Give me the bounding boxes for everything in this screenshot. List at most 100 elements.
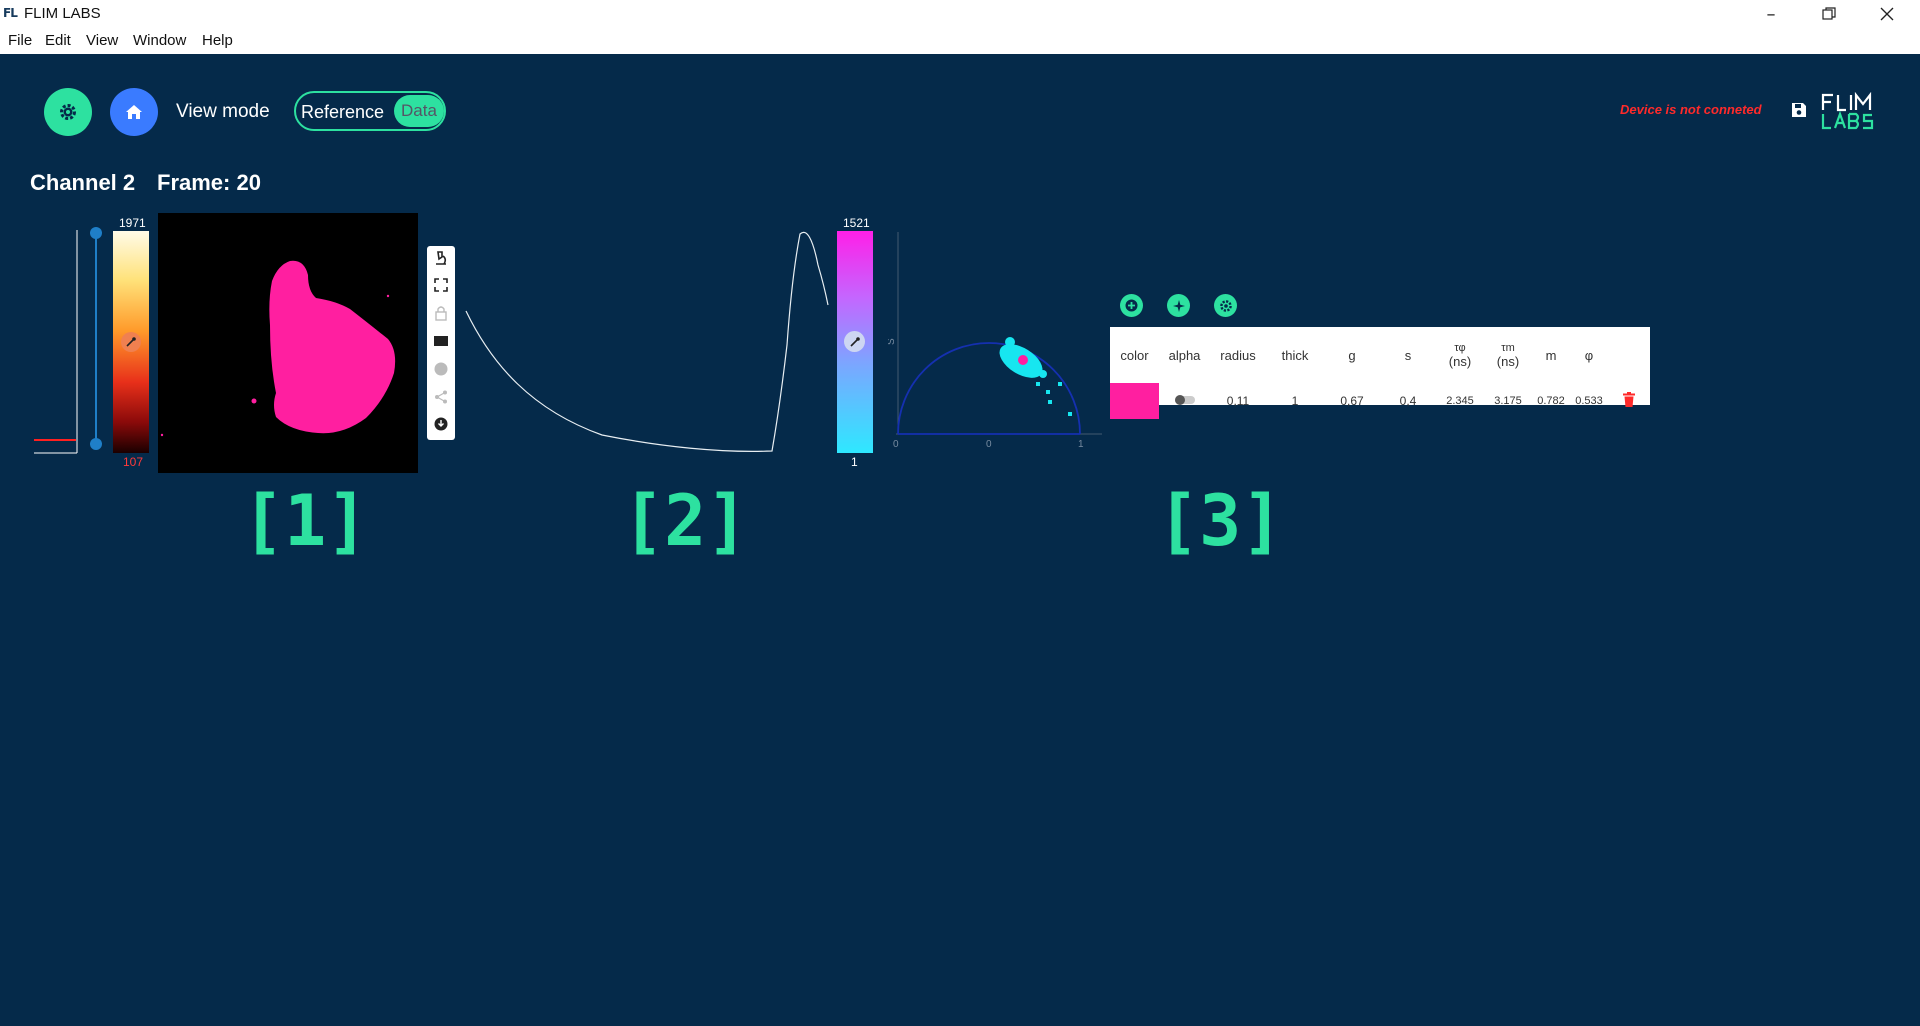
column-header: φ [1570, 327, 1608, 383]
roi-phi-cell: 0.533 [1575, 395, 1603, 407]
phasor-cluster-outlier [1058, 382, 1062, 386]
column-header-label: g [1348, 347, 1356, 363]
menu-help[interactable]: Help [202, 32, 233, 49]
add-circle-icon [1125, 299, 1138, 312]
view-mode-label: View mode [176, 101, 270, 122]
flim-labs-logo-icon [1821, 91, 1874, 130]
save-icon [1792, 103, 1806, 117]
column-header-label: τm [1501, 341, 1515, 354]
intensity-min-label: 107 [123, 455, 144, 469]
toggle-icon[interactable] [1174, 394, 1196, 406]
window-title: FLIM LABS [24, 5, 101, 22]
decay-curve-plot [465, 231, 829, 452]
phasor-plot[interactable]: S 0 0 1 [888, 224, 1108, 450]
trash-icon[interactable] [1623, 392, 1635, 407]
gear-icon [60, 104, 76, 120]
column-header: color [1110, 327, 1159, 383]
home-button[interactable] [110, 88, 158, 136]
channel-label: Channel 2 [30, 170, 136, 195]
phasor-cluster-outlier [1048, 400, 1052, 404]
roi-settings-button[interactable] [1214, 294, 1237, 317]
settings-button[interactable] [44, 88, 92, 136]
minimize-icon: – [1766, 3, 1776, 25]
phasor-roi-center [1018, 355, 1028, 365]
menu-file[interactable]: File [8, 32, 32, 49]
eyedropper-icon [126, 337, 136, 347]
sparkle-icon [1172, 299, 1185, 312]
roi-m-cell: 0.782 [1537, 395, 1565, 407]
slider-high-handle[interactable] [90, 227, 102, 239]
column-header: τm (ns) [1484, 327, 1532, 383]
column-header-label: s [1404, 347, 1412, 363]
column-header-unit: (ns) [1496, 353, 1520, 369]
add-roi-button[interactable] [1120, 294, 1143, 317]
settings-icon [1219, 299, 1232, 312]
minimize-button[interactable]: – [1742, 0, 1800, 28]
roi-tau-phi-cell: 2.345 [1446, 395, 1474, 407]
column-header: m [1532, 327, 1570, 383]
phasor-x-tick-0: 0 [893, 439, 899, 450]
panel-label-3: [3] [1157, 480, 1284, 562]
decay-colorbar-max-label: 1521 [843, 216, 870, 230]
menu-edit[interactable]: Edit [45, 32, 71, 49]
panel-label-1: [1] [242, 480, 369, 562]
download-icon[interactable] [434, 417, 448, 431]
roi-thick-cell[interactable]: 1 [1266, 383, 1324, 419]
intensity-range-slider[interactable] [95, 233, 97, 443]
phasor-cluster-outlier [1039, 370, 1047, 378]
circle-icon[interactable] [434, 362, 448, 376]
image-toolbar [427, 246, 455, 440]
restore-button[interactable] [1800, 0, 1858, 28]
table-row: 0,11 1 0,67 0,4 2.345 3.175 0.782 0.533 [1110, 383, 1650, 419]
menu-window[interactable]: Window [133, 32, 186, 49]
fullscreen-icon[interactable] [434, 278, 448, 292]
toggle-data[interactable]: Data [394, 95, 444, 127]
roi-alpha-cell [1159, 383, 1210, 419]
column-header-label: thick [1281, 347, 1309, 363]
lock-icon[interactable] [434, 305, 448, 321]
roi-table-container: color alpha radius thick g s τφ (ns) τm (n… [1110, 327, 1650, 419]
close-button[interactable] [1858, 0, 1916, 28]
roi-color-swatch[interactable] [1110, 383, 1159, 419]
menu-view[interactable]: View [86, 32, 118, 49]
save-button[interactable] [1790, 101, 1808, 124]
view-mode-toggle[interactable]: Reference Data [294, 91, 446, 131]
phasor-x-tick-1: 0 [986, 439, 992, 450]
eyedropper-icon [849, 336, 860, 347]
restore-icon [1822, 7, 1836, 20]
intensity-max-label: 1971 [119, 216, 146, 230]
slider-low-handle[interactable] [90, 438, 102, 450]
column-header-label: radius [1220, 347, 1256, 363]
title-bar: FL FLIM LABS – [0, 0, 1920, 28]
decay-picker-button[interactable] [844, 331, 865, 352]
intensity-image[interactable] [158, 213, 418, 473]
phasor-cluster-outlier [1005, 337, 1015, 347]
rectangle-icon[interactable] [434, 335, 448, 347]
auto-roi-button[interactable] [1167, 294, 1190, 317]
column-header [1608, 327, 1650, 383]
decay-colorbar-min-label: 1 [851, 455, 858, 469]
panel-label-2: [2] [622, 480, 749, 562]
roi-delete-cell[interactable] [1608, 383, 1650, 419]
column-header-label: m [1545, 347, 1557, 363]
phasor-cluster-outlier [1046, 390, 1050, 394]
phasor-cluster-outlier [1068, 412, 1072, 416]
microscope-icon[interactable] [434, 250, 448, 266]
column-header: alpha [1159, 327, 1210, 383]
column-header: τφ (ns) [1436, 327, 1484, 383]
phasor-x-tick-2: 1 [1078, 439, 1084, 450]
phasor-y-axis-label: S [888, 338, 897, 345]
share-icon[interactable] [434, 390, 448, 404]
column-header: s [1380, 327, 1436, 383]
intensity-histogram [34, 230, 78, 454]
intensity-picker-button[interactable] [121, 332, 141, 352]
roi-s-cell: 0,4 [1399, 394, 1417, 408]
toggle-reference[interactable]: Reference [301, 102, 384, 123]
roi-g-cell: 0,67 [1340, 394, 1364, 408]
device-status: Device is not conneted [1620, 102, 1762, 117]
column-header-label: τφ [1454, 341, 1466, 354]
roi-radius-cell[interactable]: 0,11 [1210, 383, 1266, 419]
roi-table-header: color alpha radius thick g s τφ (ns) τm (n… [1110, 327, 1650, 383]
app-logo-icon: FL [3, 6, 18, 20]
home-icon [126, 105, 142, 119]
